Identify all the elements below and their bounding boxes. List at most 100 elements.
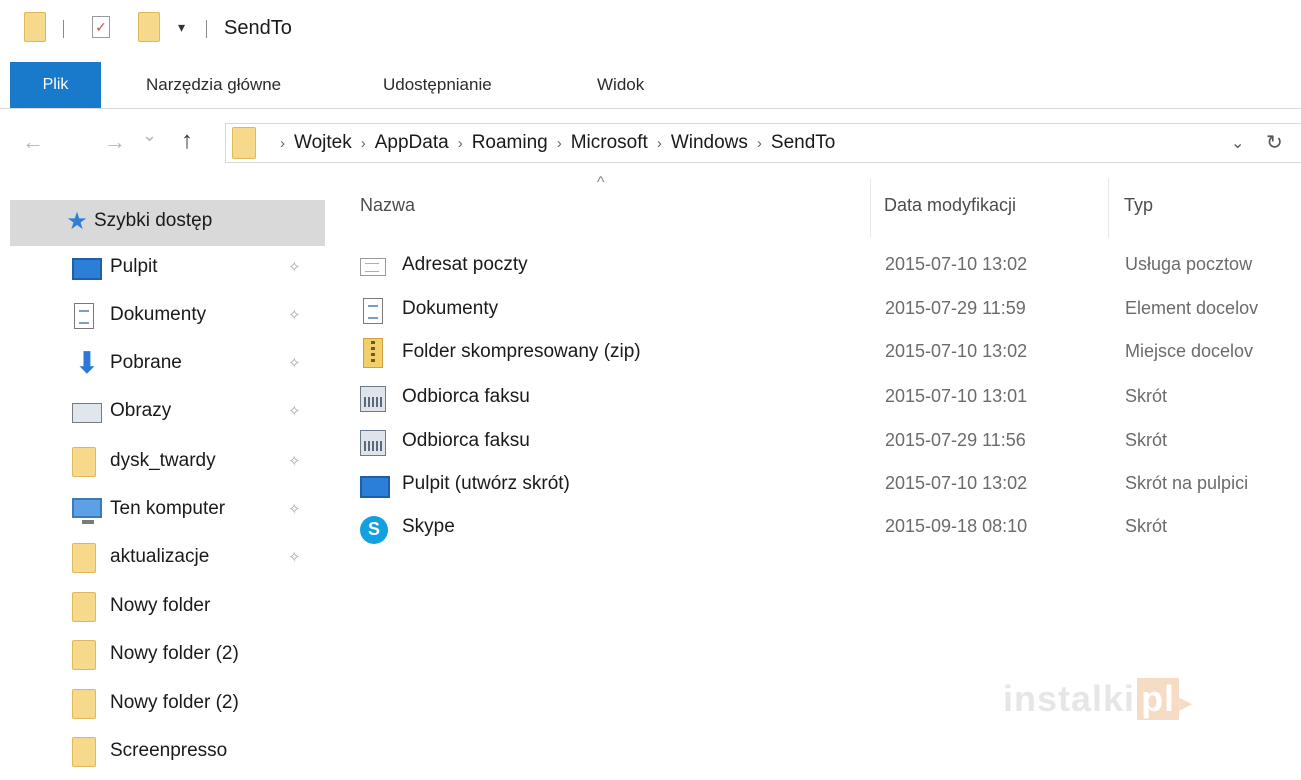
- breadcrumb-item-microsoft[interactable]: Microsoft: [571, 132, 648, 153]
- sidebar-item-desktop[interactable]: Pulpit ✧: [10, 246, 330, 292]
- fax-icon: [360, 430, 386, 456]
- file-type: Miejsce docelov: [1125, 341, 1254, 361]
- computer-icon: [72, 498, 102, 524]
- sidebar-item-downloads[interactable]: ⬇ Pobrane ✧: [10, 342, 330, 388]
- folder-icon[interactable]: [24, 12, 46, 42]
- column-header-name[interactable]: Nazwa: [360, 195, 415, 216]
- folder-icon: [72, 543, 96, 573]
- file-row-desktop-shortcut[interactable]: Pulpit (utwórz skrót) 2015-07-10 13:02 S…: [355, 465, 1301, 509]
- folder-icon: [72, 640, 96, 670]
- tab-share[interactable]: Udostępnianie: [383, 62, 492, 108]
- pin-icon[interactable]: ✧: [288, 258, 301, 276]
- navigation-bar: ← → ⌄ ↑ › Wojtek › AppData › Roaming › Microsof…: [0, 119, 1301, 169]
- file-type: Skrót: [1125, 386, 1168, 406]
- forward-arrow-icon[interactable]: →: [104, 129, 126, 155]
- file-row-skype[interactable]: S Skype 2015-09-18 08:10 Skrót: [355, 508, 1301, 552]
- folder-icon: [232, 127, 256, 159]
- address-bar[interactable]: › Wojtek › AppData › Roaming › Microsoft › Window…: [225, 123, 1301, 163]
- file-name: Folder skompresowany (zip): [402, 341, 641, 362]
- column-divider[interactable]: [870, 178, 871, 238]
- properties-icon[interactable]: ✓: [92, 16, 110, 38]
- pin-icon[interactable]: ✧: [288, 548, 301, 566]
- sidebar-item-pictures[interactable]: Obrazy ✧: [10, 390, 330, 436]
- pin-icon[interactable]: ✧: [288, 452, 301, 470]
- pictures-icon: [72, 403, 102, 423]
- breadcrumb-item-wojtek[interactable]: Wojtek: [294, 132, 352, 153]
- file-date: 2015-07-29 11:59: [885, 298, 1026, 318]
- breadcrumb-item-windows[interactable]: Windows: [671, 132, 748, 153]
- file-type: Usługa pocztow: [1125, 254, 1253, 274]
- watermark-suffix: pl: [1137, 678, 1180, 720]
- desktop-icon: [360, 476, 390, 498]
- chevron-right-icon[interactable]: ›: [280, 135, 285, 152]
- sidebar-item-this-pc[interactable]: Ten komputer ✧: [10, 488, 330, 534]
- sidebar-item-label: aktualizacje: [110, 546, 210, 567]
- sidebar-item-nowy-folder-2[interactable]: Nowy folder (2): [10, 633, 330, 679]
- folder-icon: [72, 737, 96, 767]
- file-name: Odbiorca faksu: [402, 386, 530, 407]
- star-icon: ★: [66, 208, 88, 235]
- tab-file[interactable]: Plik: [10, 62, 101, 108]
- folder-icon: [72, 447, 96, 477]
- back-arrow-icon[interactable]: ←: [22, 129, 44, 155]
- file-row-fax-recipient-2[interactable]: Odbiorca faksu 2015-07-29 11:56 Skrót: [355, 422, 1301, 466]
- sidebar-item-aktualizacje[interactable]: aktualizacje ✧: [10, 536, 330, 582]
- folder-icon: [72, 592, 96, 622]
- breadcrumb-item-sendto[interactable]: SendTo: [771, 132, 835, 153]
- sidebar-item-nowy-folder-2b[interactable]: Nowy folder (2): [10, 682, 330, 728]
- sidebar-item-label: Pobrane: [110, 352, 182, 373]
- chevron-right-icon[interactable]: ›: [657, 135, 662, 152]
- file-type: Skrót: [1125, 516, 1168, 536]
- sidebar-item-label: Pulpit: [110, 256, 158, 277]
- file-date: 2015-07-10 13:02: [885, 254, 1028, 274]
- address-history-dropdown-icon[interactable]: ⌄: [1231, 133, 1244, 153]
- sidebar-item-label: Ten komputer: [110, 498, 226, 519]
- navigation-pane: ★ Szybki dostęp Pulpit ✧ Dokumenty ✧ ⬇ P…: [0, 190, 330, 780]
- documents-icon: [74, 303, 94, 329]
- file-name: Pulpit (utwórz skrót): [402, 473, 570, 494]
- desktop-icon: [72, 258, 102, 280]
- file-row-documents[interactable]: Dokumenty 2015-07-29 11:59 Element docel…: [355, 290, 1301, 334]
- sidebar-item-screenpresso[interactable]: Screenpresso: [10, 730, 330, 776]
- ribbon-tabs: Plik Narzędzia główne Udostępnianie Wido…: [0, 62, 1301, 109]
- file-date: 2015-07-10 13:01: [885, 386, 1028, 406]
- breadcrumb-item-roaming[interactable]: Roaming: [472, 132, 548, 153]
- refresh-icon[interactable]: ↻: [1266, 130, 1283, 155]
- file-row-fax-recipient[interactable]: Odbiorca faksu 2015-07-10 13:01 Skrót: [355, 378, 1301, 422]
- breadcrumb-item-appdata[interactable]: AppData: [375, 132, 449, 153]
- skype-icon: S: [360, 516, 388, 544]
- column-header-date[interactable]: Data modyfikacji: [884, 195, 1016, 216]
- tab-home[interactable]: Narzędzia główne: [146, 62, 281, 108]
- window-title: SendTo: [224, 17, 292, 39]
- sidebar-item-label: dysk_twardy: [110, 450, 216, 471]
- column-header-type[interactable]: Typ: [1124, 195, 1153, 216]
- pin-icon[interactable]: ✧: [288, 354, 301, 372]
- chevron-right-icon[interactable]: ›: [557, 135, 562, 152]
- tab-view[interactable]: Widok: [597, 62, 644, 108]
- recent-locations-chevron-icon[interactable]: ⌄: [142, 125, 157, 146]
- chevron-right-icon[interactable]: ›: [757, 135, 762, 152]
- up-arrow-icon[interactable]: ↑: [181, 127, 193, 155]
- column-divider[interactable]: [1108, 178, 1109, 238]
- sidebar-item-label: Szybki dostęp: [94, 210, 213, 231]
- sidebar-item-label: Nowy folder: [110, 595, 211, 616]
- watermark-logo: instalki pl ▸: [1003, 678, 1193, 720]
- pin-icon[interactable]: ✧: [288, 402, 301, 420]
- customize-toolbar-dropdown-icon[interactable]: ▾: [178, 19, 185, 36]
- pin-icon[interactable]: ✧: [288, 306, 301, 324]
- file-type: Element docelov: [1125, 298, 1259, 318]
- sidebar-item-documents[interactable]: Dokumenty ✧: [10, 294, 330, 340]
- file-row-zip-folder[interactable]: Folder skompresowany (zip) 2015-07-10 13…: [355, 333, 1301, 377]
- chevron-right-icon[interactable]: ›: [361, 135, 366, 152]
- sidebar-item-nowy-folder[interactable]: Nowy folder: [10, 585, 330, 631]
- documents-icon: [363, 298, 383, 324]
- file-date: 2015-07-10 13:02: [885, 341, 1028, 361]
- fax-icon: [360, 386, 386, 412]
- sidebar-item-label: Nowy folder (2): [110, 643, 239, 664]
- pin-icon[interactable]: ✧: [288, 500, 301, 518]
- file-row-mail-recipient[interactable]: Adresat poczty 2015-07-10 13:02 Usługa p…: [355, 246, 1301, 290]
- sidebar-item-dysk-twardy[interactable]: dysk_twardy ✧: [10, 440, 330, 486]
- chevron-right-icon[interactable]: ›: [458, 135, 463, 152]
- new-folder-icon[interactable]: [138, 12, 160, 42]
- sidebar-item-quick-access[interactable]: ★ Szybki dostęp: [10, 200, 325, 246]
